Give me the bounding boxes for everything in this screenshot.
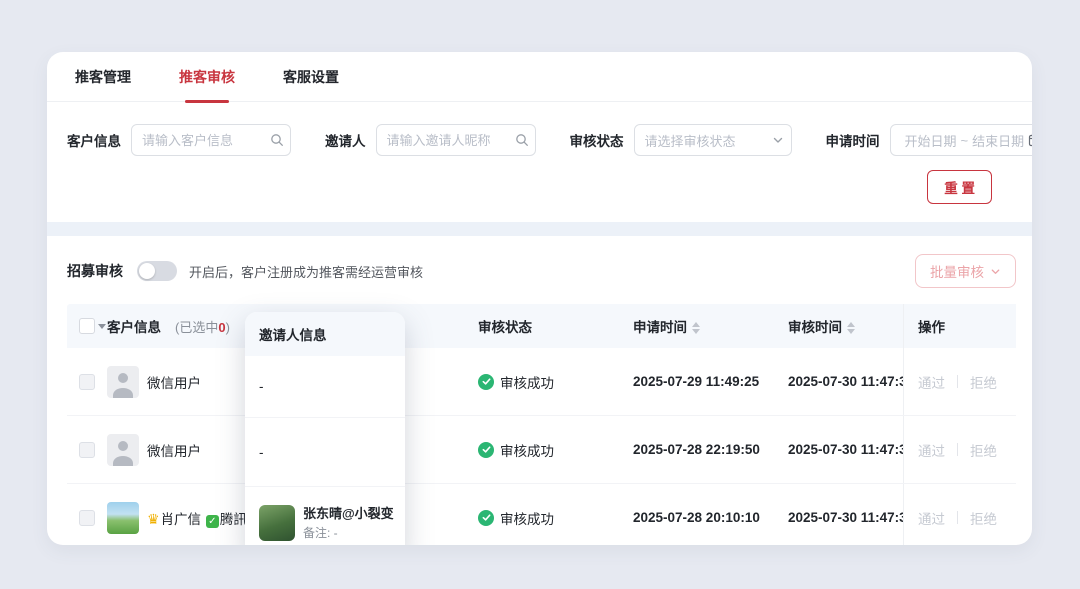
apply-time: 2025-07-28 22:19:50 <box>633 442 788 457</box>
inviter-input[interactable] <box>377 125 509 155</box>
status-text: 审核成功 <box>500 440 554 460</box>
success-check-icon <box>478 374 494 390</box>
inviter-input-wrap <box>376 124 536 156</box>
tab-promoter-review[interactable]: 推客审核 <box>179 52 235 102</box>
customer-name: 微信用户 <box>147 440 201 460</box>
row-checkbox[interactable] <box>79 442 95 458</box>
pass-link[interactable]: 通过 <box>918 508 945 528</box>
reject-link[interactable]: 拒绝 <box>970 372 997 392</box>
review-time: 2025-07-30 11:47:3 <box>788 510 903 525</box>
recruit-review-label: 招募审核 <box>67 261 123 281</box>
col-action: 操作 <box>918 316 945 336</box>
table-row: ♛肖广信 ✓腾訊... 审核成功 2025-07-28 20:10:10 202… <box>67 484 1016 545</box>
row-checkbox[interactable] <box>79 510 95 526</box>
crown-emoji: ♛ <box>147 511 160 527</box>
inviter-filter: 邀请人 <box>325 124 536 156</box>
reject-link[interactable]: 拒绝 <box>970 440 997 460</box>
review-status-placeholder: 请选择审核状态 <box>645 131 736 150</box>
col-customer-info: 客户信息 <box>107 316 161 336</box>
inviter-cell-profile: 张东晴@小裂变 备注: - <box>245 487 405 545</box>
calendar-icon <box>1028 133 1032 147</box>
search-icon <box>264 125 290 155</box>
chevron-down-icon <box>765 125 791 155</box>
customer-info-filter: 客户信息 <box>67 124 291 156</box>
customer-info-label: 客户信息 <box>67 130 121 150</box>
sort-icon[interactable] <box>847 322 855 334</box>
end-date-placeholder: 结束日期 <box>972 131 1024 150</box>
select-all-checkbox[interactable] <box>79 318 95 334</box>
table-header-row: 客户信息 (已选中0) 审核状态 申请时间 审核时间 操作 <box>67 304 1016 348</box>
review-time: 2025-07-30 11:47:3 <box>788 442 903 457</box>
action-divider <box>957 375 958 388</box>
success-check-icon <box>478 510 494 526</box>
start-date-placeholder: 开始日期 <box>905 131 957 150</box>
date-range-picker[interactable]: 开始日期 ~ 结束日期 <box>890 124 1033 156</box>
apply-time: 2025-07-29 11:49:25 <box>633 374 788 389</box>
review-status-select[interactable]: 请选择审核状态 <box>634 124 792 156</box>
inviter-note: 备注: - <box>303 524 394 541</box>
apply-time: 2025-07-28 20:10:10 <box>633 510 788 525</box>
batch-review-label: 批量审核 <box>930 261 984 281</box>
select-dropdown-icon[interactable] <box>98 324 106 329</box>
customer-name: ♛肖广信 ✓腾訊... <box>147 508 245 528</box>
status-text: 审核成功 <box>500 372 554 392</box>
review-table: 客户信息 (已选中0) 审核状态 申请时间 审核时间 操作 微信用户 <box>67 304 1016 545</box>
tab-promoter-management[interactable]: 推客管理 <box>75 52 131 102</box>
inviter-info-floating-column: 邀请人信息 - - 张东晴@小裂变 备注: - <box>245 312 405 545</box>
review-status-label: 审核状态 <box>570 130 624 150</box>
recruit-review-toggle[interactable] <box>137 261 177 281</box>
pass-link[interactable]: 通过 <box>918 440 945 460</box>
status-text: 审核成功 <box>500 508 554 528</box>
table-row: 微信用户 审核成功 2025-07-29 11:49:25 2025-07-30… <box>67 348 1016 416</box>
sort-icon[interactable] <box>692 322 700 334</box>
customer-info-input[interactable] <box>132 125 264 155</box>
recruit-review-description: 开启后，客户注册成为推客需经运营审核 <box>189 262 423 281</box>
main-panel: 推客管理 推客审核 客服设置 客户信息 邀请人 <box>47 52 1032 545</box>
review-status-filter: 审核状态 请选择审核状态 <box>570 124 792 156</box>
col-review-time[interactable]: 审核时间 <box>788 316 903 336</box>
filter-section: 客户信息 邀请人 审核状态 <box>47 102 1032 222</box>
review-time: 2025-07-30 11:47:3 <box>788 374 903 389</box>
pass-link[interactable]: 通过 <box>918 372 945 392</box>
search-icon <box>509 125 535 155</box>
action-divider <box>957 443 958 456</box>
reset-button[interactable]: 重 置 <box>927 170 992 204</box>
selected-count: 0 <box>218 320 225 335</box>
user-avatar-photo <box>107 502 139 534</box>
tab-customer-service-settings[interactable]: 客服设置 <box>283 52 339 102</box>
inviter-name: 张东晴@小裂变 <box>303 504 394 524</box>
customer-name: 微信用户 <box>147 372 201 392</box>
user-avatar-placeholder <box>107 366 139 398</box>
reject-link[interactable]: 拒绝 <box>970 508 997 528</box>
inviter-avatar-photo <box>259 505 295 541</box>
batch-review-button[interactable]: 批量审核 <box>915 254 1016 288</box>
action-divider <box>957 511 958 524</box>
selected-count-note: (已选中0) <box>175 317 230 336</box>
customer-info-input-wrap <box>131 124 291 156</box>
verified-badge-icon: ✓ <box>206 515 219 528</box>
apply-time-label: 申请时间 <box>826 130 880 150</box>
chevron-down-icon <box>990 266 1001 277</box>
toggle-knob <box>139 263 155 279</box>
recruit-review-row: 招募审核 开启后，客户注册成为推客需经运营审核 批量审核 <box>67 254 1016 288</box>
table-row: 微信用户 审核成功 2025-07-28 22:19:50 2025-07-30… <box>67 416 1016 484</box>
review-section: 招募审核 开启后，客户注册成为推客需经运营审核 批量审核 客户信息 (已选中0) <box>47 236 1032 545</box>
inviter-info-column-header: 邀请人信息 <box>245 312 405 356</box>
inviter-label: 邀请人 <box>325 130 366 150</box>
user-avatar-placeholder <box>107 434 139 466</box>
tab-bar: 推客管理 推客审核 客服设置 <box>47 52 1032 102</box>
section-divider <box>47 222 1032 236</box>
apply-time-filter: 申请时间 开始日期 ~ 结束日期 <box>826 124 1033 156</box>
success-check-icon <box>478 442 494 458</box>
inviter-cell-value: - <box>245 356 405 418</box>
col-apply-time[interactable]: 申请时间 <box>633 316 788 336</box>
date-separator: ~ <box>961 133 969 148</box>
row-checkbox[interactable] <box>79 374 95 390</box>
inviter-cell-value: - <box>245 418 405 487</box>
col-review-status: 审核状态 <box>478 316 532 336</box>
